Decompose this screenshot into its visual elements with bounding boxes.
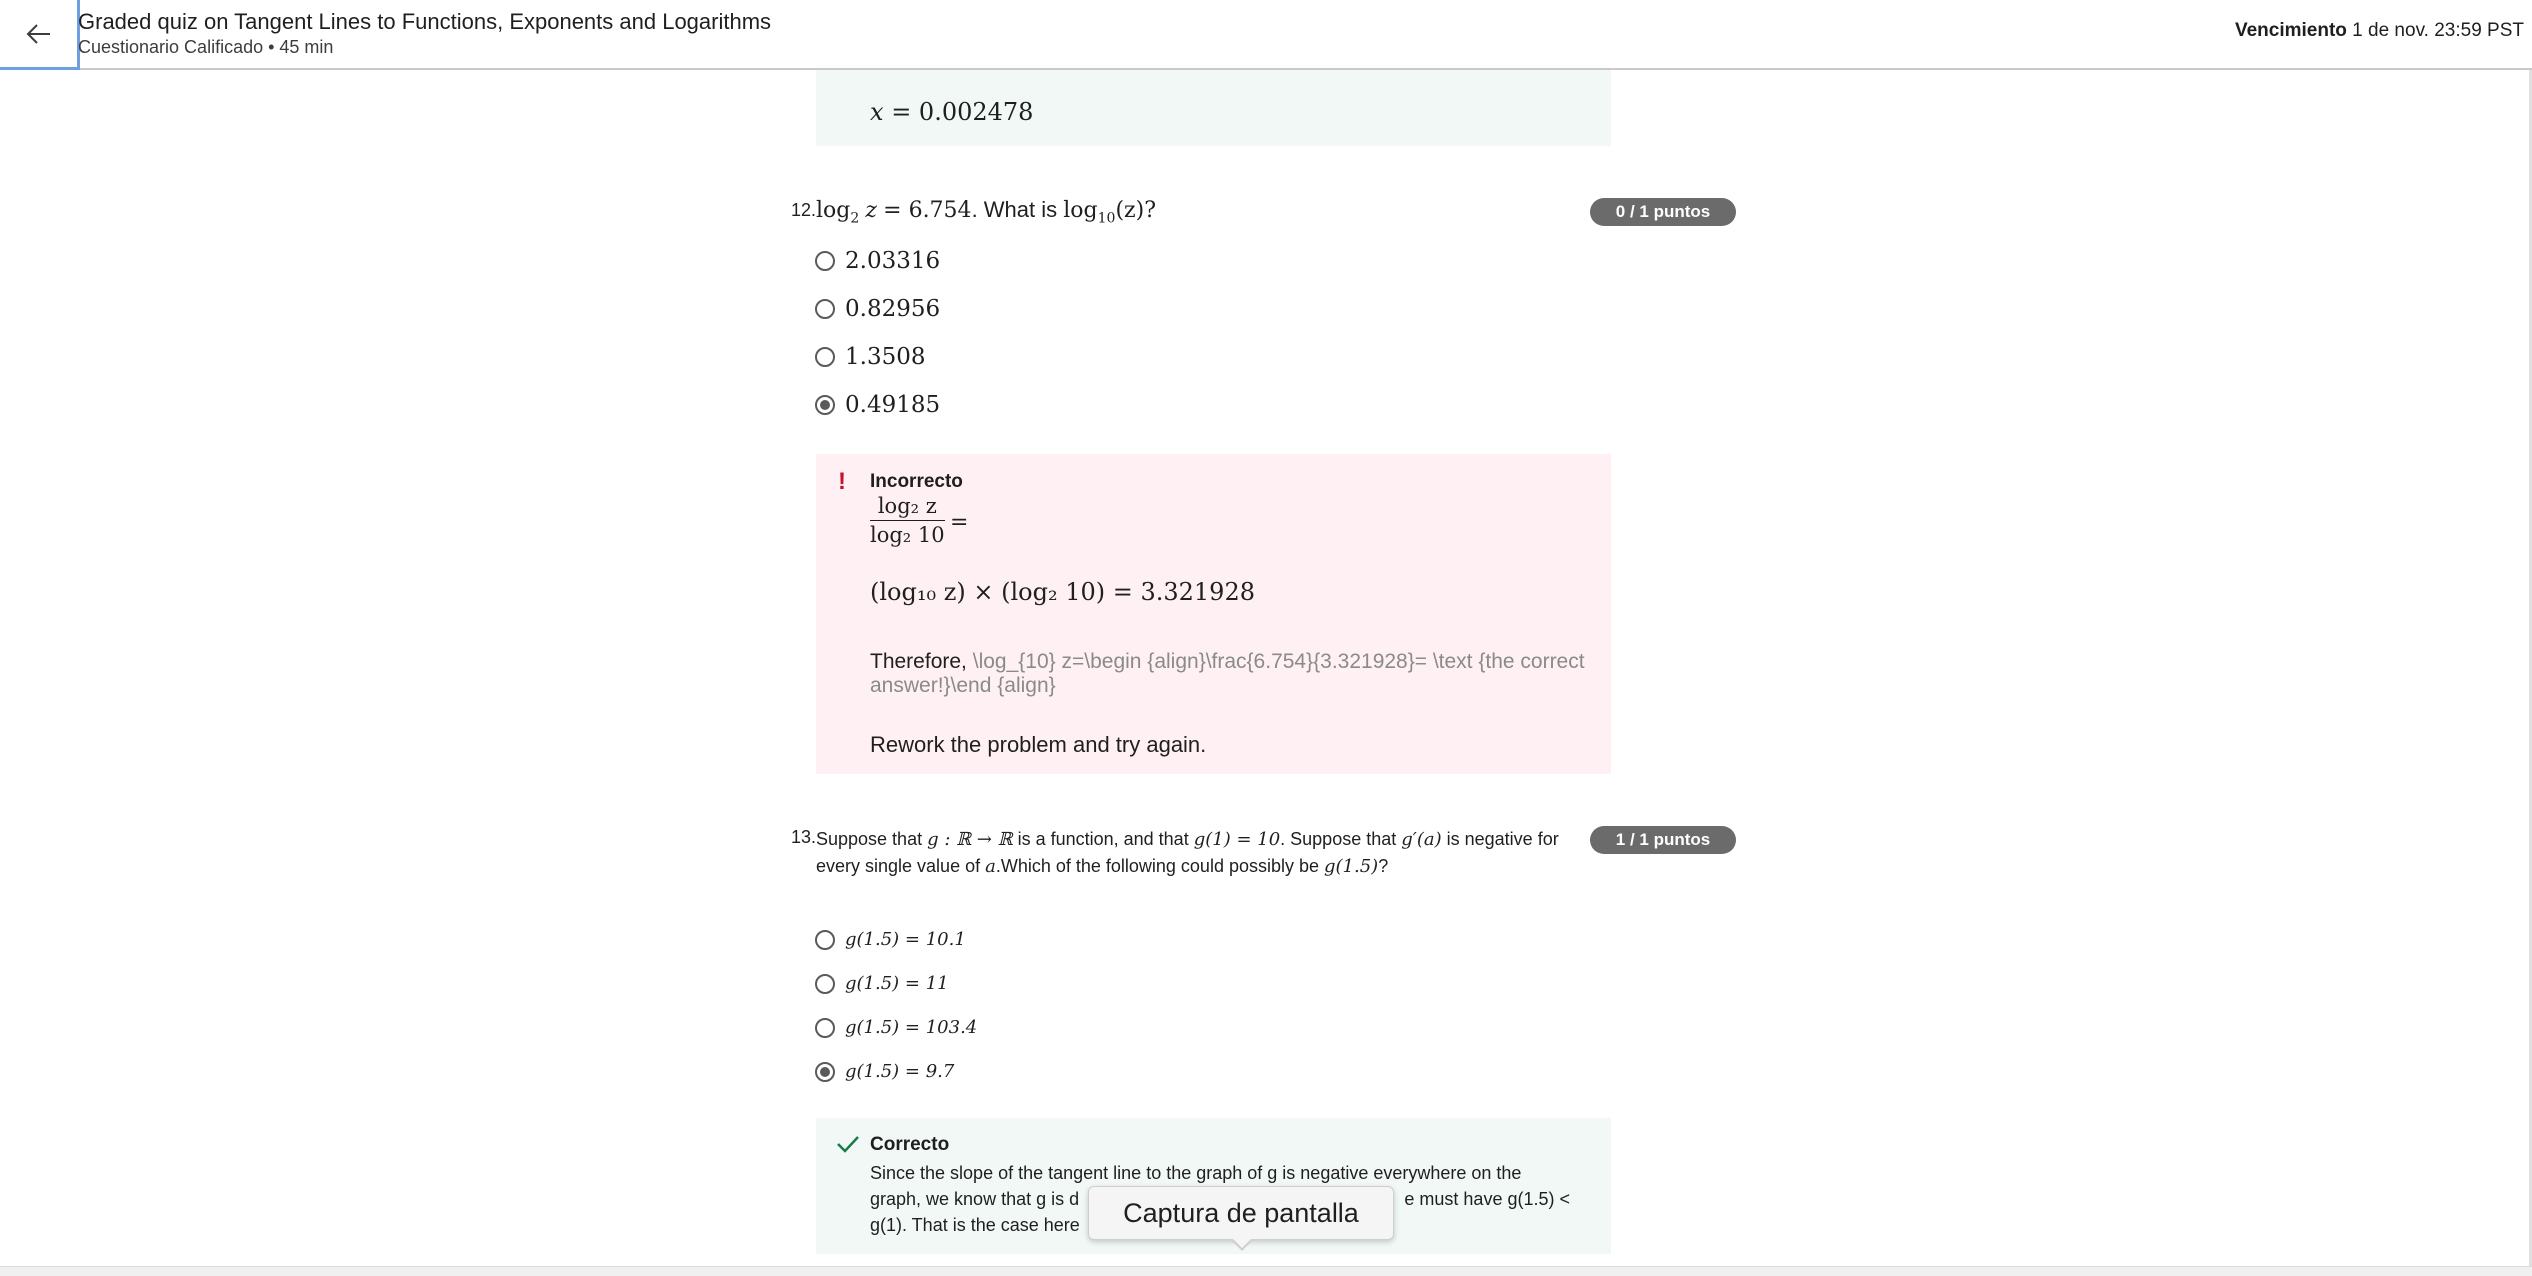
checkmark-icon (837, 1136, 859, 1153)
fraction: log₂ z log₂ 10 (870, 494, 945, 547)
rhs-arg: (z)? (1115, 198, 1157, 223)
option-label: 0.49185 (845, 392, 941, 418)
option-13-d[interactable]: g(1.5) = 9.7 (815, 1061, 954, 1082)
quiz-subtitle: Cuestionario Calificado • 45 min (78, 37, 334, 57)
question-text-12: log2 z = 6.754. What is log10(z)? (816, 197, 1156, 226)
feedback-status: Incorrecto (870, 471, 963, 492)
tooltip-tail-inner (1232, 1238, 1252, 1248)
option-12-b[interactable]: 0.82956 (815, 296, 940, 322)
question-text-13: Suppose that g : ℝ → ℝ is a function, an… (816, 826, 1586, 880)
q13-text: . Suppose that (1280, 829, 1402, 849)
question-number-12: 12. (791, 200, 817, 220)
rhs-log: log (1063, 198, 1098, 223)
rhs-base: 10 (1097, 210, 1116, 227)
previous-answer: x = 0.002478 (870, 98, 1033, 126)
lhs-var: z (865, 198, 878, 223)
fraction-equals: = (950, 510, 969, 535)
answer-var: x (870, 98, 884, 126)
feedback-equation: (log₁₀ z) × (log₂ 10) = 3.321928 (870, 578, 1255, 606)
due-value: 1 de nov. 23:59 PST (2352, 20, 2524, 41)
fraction-numerator: log₂ z (870, 494, 945, 521)
lhs-base: 2 (850, 210, 860, 227)
answer-value: = 0.002478 (891, 98, 1034, 126)
q13-text: is negative for (1441, 829, 1559, 849)
option-label: 2.03316 (845, 248, 941, 274)
radio-button[interactable] (815, 973, 835, 994)
radio-button[interactable] (815, 251, 835, 271)
radio-button[interactable] (815, 1017, 835, 1038)
lhs-log: log (816, 198, 851, 223)
option-label: 1.3508 (845, 344, 926, 370)
arrow-left-icon (26, 23, 50, 44)
rework-message: Rework the problem and try again. (870, 732, 1207, 757)
option-label: 0.82956 (845, 296, 941, 322)
option-13-a[interactable]: g(1.5) = 10.1 (815, 929, 966, 950)
fraction-denominator: log₂ 10 (870, 523, 945, 547)
quiz-header: Graded quiz on Tangent Lines to Function… (0, 0, 2532, 70)
option-12-c[interactable]: 1.3508 (815, 344, 925, 370)
explanation-line: graph, we know that g is d (870, 1189, 1080, 1209)
radio-button[interactable] (815, 299, 835, 319)
lhs-value: = 6.754 (883, 198, 972, 223)
explanation-line: Since the slope of the tangent line to t… (870, 1163, 1522, 1183)
explanation-line-end: e must have g(1.5) < (1404, 1189, 1570, 1209)
option-label: g(1.5) = 9.7 (845, 1061, 955, 1082)
points-badge-13: 1 / 1 puntos (1590, 826, 1736, 854)
points-badge-12: 0 / 1 puntos (1590, 198, 1736, 226)
q13-math: g : ℝ → ℝ (927, 829, 1013, 850)
q12-prompt: . What is (971, 197, 1064, 222)
therefore-raw-latex: \log_{10} z=\begin {align}\frac{6.754}{3… (870, 650, 1585, 697)
q13-text: is a function, and that (1012, 829, 1194, 849)
q13-text: ? (1378, 856, 1389, 876)
q13-text: .Which of the following could possibly b… (995, 856, 1325, 876)
q13-text: Suppose that (816, 829, 928, 849)
option-13-c[interactable]: g(1.5) = 103.4 (815, 1017, 977, 1038)
question-number-13: 13. (791, 827, 817, 847)
screenshot-tooltip: Captura de pantalla (1088, 1186, 1394, 1240)
q13-math: g(1) = 10 (1193, 829, 1281, 850)
feedback-status: Correcto (870, 1134, 950, 1155)
option-label: g(1.5) = 103.4 (845, 1017, 978, 1038)
option-13-b[interactable]: g(1.5) = 11 (815, 973, 949, 994)
exclamation-icon: ! (838, 468, 846, 495)
quiz-title: Graded quiz on Tangent Lines to Function… (78, 9, 772, 34)
due-date: Vencimiento 1 de nov. 23:59 PST (2235, 20, 2524, 42)
radio-button[interactable] (815, 347, 835, 367)
therefore-label: Therefore, (870, 650, 967, 673)
q13-math: g(1.5) (1324, 856, 1379, 877)
due-label: Vencimiento (2234, 20, 2347, 41)
title-block: Graded quiz on Tangent Lines to Function… (78, 8, 771, 58)
radio-button-selected[interactable] (815, 1061, 835, 1082)
radio-button[interactable] (815, 929, 835, 950)
q13-math: a (985, 856, 996, 877)
option-12-a[interactable]: 2.03316 (815, 248, 940, 274)
back-button[interactable] (0, 0, 80, 70)
feedback-incorrect: ! Incorrecto log₂ z log₂ 10 = (log₁₀ z) … (816, 454, 1611, 774)
option-label: g(1.5) = 10.1 (845, 929, 966, 950)
radio-button-selected[interactable] (815, 395, 835, 415)
option-12-d[interactable]: 0.49185 (815, 392, 940, 418)
q13-text: every single value of (816, 856, 986, 876)
previous-answer-box: x = 0.002478 (816, 70, 1611, 146)
therefore-text: Therefore, \log_{10} z=\begin {align}\fr… (870, 650, 1590, 698)
q13-math: g′(a) (1401, 829, 1442, 850)
bottom-bar (0, 1266, 2532, 1276)
option-label: g(1.5) = 11 (845, 973, 949, 994)
